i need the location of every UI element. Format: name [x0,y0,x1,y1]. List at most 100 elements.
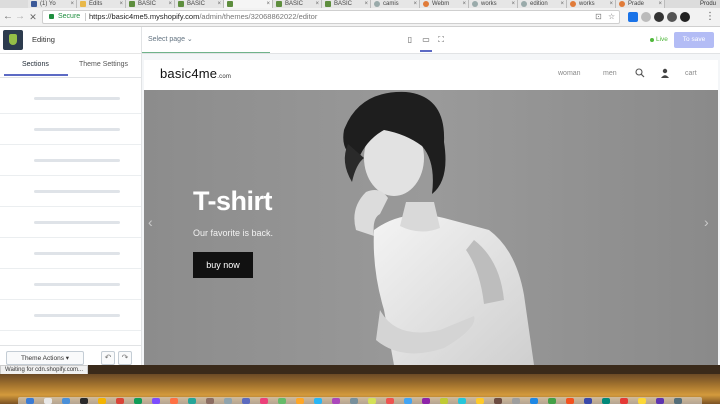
tab-close-icon[interactable]: × [119,0,123,8]
dock-app-icon[interactable] [242,398,250,404]
search-icon[interactable] [635,68,645,80]
dock-app-icon[interactable] [404,398,412,404]
browser-tab[interactable]: Webm × [420,0,469,8]
nav-link-men[interactable]: men [603,70,617,77]
tab-close-icon[interactable]: × [217,0,221,8]
tab-close-icon[interactable]: × [413,0,417,8]
fullscreen-icon[interactable]: ⛶ [436,35,446,45]
forward-icon[interactable]: → [14,11,26,23]
dock-app-icon[interactable] [674,398,682,404]
address-bar[interactable]: Secure https://basic4me5.myshopify.com/a… [42,10,620,24]
dock-app-icon[interactable] [80,398,88,404]
tab-close-icon[interactable]: × [511,0,515,8]
tab-close-icon[interactable]: × [70,0,74,8]
extension-icon[interactable] [667,12,677,22]
browser-tab[interactable]: Edits × [77,0,126,8]
slide-prev-icon[interactable]: ‹ [148,214,153,230]
buy-now-button[interactable]: buy now [193,252,253,278]
stop-icon[interactable]: ✕ [27,11,39,23]
dock-app-icon[interactable] [116,398,124,404]
slide-next-icon[interactable]: › [704,214,709,230]
tab-close-icon[interactable]: × [560,0,564,8]
extension-icon[interactable] [628,12,638,22]
profile-name[interactable]: Produ [695,0,720,8]
browser-tab[interactable]: camis × [371,0,420,8]
dock-app-icon[interactable] [188,398,196,404]
section-placeholder[interactable] [0,300,141,331]
nav-link-woman[interactable]: woman [558,70,581,77]
dock-app-icon[interactable] [350,398,358,404]
dock-app-icon[interactable] [422,398,430,404]
theme-actions-button[interactable]: Theme Actions ▾ [6,351,84,365]
extension-icon[interactable] [654,12,664,22]
dock-app-icon[interactable] [44,398,52,404]
dock-app-icon[interactable] [332,398,340,404]
user-icon[interactable] [660,68,670,80]
section-placeholder[interactable] [0,145,141,176]
nav-link-cart[interactable]: cart [685,70,697,77]
dock-app-icon[interactable] [638,398,646,404]
browser-tab[interactable]: edition × [518,0,567,8]
select-page-dropdown[interactable]: Select page ⌄ [148,35,193,43]
tab-close-icon[interactable]: × [462,0,466,8]
mobile-view-icon[interactable]: ▯ [405,35,415,45]
dock-app-icon[interactable] [62,398,70,404]
dock-app-icon[interactable] [440,398,448,404]
dock-app-icon[interactable] [26,398,34,404]
browser-tab[interactable]: BASIC × [322,0,371,8]
dock-app-icon[interactable] [458,398,466,404]
tab-close-icon[interactable]: × [266,0,270,8]
shopify-logo-icon[interactable] [3,30,23,50]
dock-app-icon[interactable] [368,398,376,404]
dock-app-icon[interactable] [494,398,502,404]
browser-tab[interactable]: BASIC × [273,0,322,8]
section-placeholder[interactable] [0,269,141,300]
dock-app-icon[interactable] [134,398,142,404]
desktop-view-icon[interactable]: ▭ [421,35,431,45]
dock-app-icon[interactable] [296,398,304,404]
bookmark-star-icon[interactable]: ☆ [608,12,615,22]
section-placeholder[interactable] [0,207,141,238]
section-placeholder[interactable] [0,176,141,207]
dock-app-icon[interactable] [314,398,322,404]
tab-sections[interactable]: Sections [22,61,49,68]
dock-app-icon[interactable] [548,398,556,404]
dock-app-icon[interactable] [620,398,628,404]
tab-close-icon[interactable]: × [658,0,662,8]
dock-app-icon[interactable] [584,398,592,404]
dock-app-icon[interactable] [530,398,538,404]
url-text[interactable]: https://basic4me5.myshopify.com/admin/th… [89,12,317,22]
dock-app-icon[interactable] [206,398,214,404]
extension-icon[interactable] [641,12,651,22]
dock-app-icon[interactable] [386,398,394,404]
dock-app-icon[interactable] [512,398,520,404]
tab-close-icon[interactable]: × [168,0,172,8]
dock-app-icon[interactable] [224,398,232,404]
dock-app-icon[interactable] [260,398,268,404]
dock-app-icon[interactable] [602,398,610,404]
store-logo[interactable]: basic4me.com [160,66,231,81]
browser-tab[interactable]: Prade × [616,0,665,8]
save-button[interactable]: To save [674,32,714,48]
tab-close-icon[interactable]: × [609,0,613,8]
browser-menu-icon[interactable]: ⋮ [704,11,716,23]
section-placeholder[interactable] [0,238,141,269]
browser-tab[interactable]: BASIC × [175,0,224,8]
dock-app-icon[interactable] [170,398,178,404]
back-icon[interactable]: ← [2,11,14,23]
undo-icon[interactable]: ↶ [101,351,115,365]
section-placeholder[interactable] [0,114,141,145]
redo-icon[interactable]: ↷ [118,351,132,365]
tab-close-icon[interactable]: × [315,0,319,8]
extension-icon[interactable] [680,12,690,22]
tab-close-icon[interactable]: × [364,0,368,8]
dock-app-icon[interactable] [476,398,484,404]
dock-app-icon[interactable] [98,398,106,404]
translate-icon[interactable]: ⊡ [595,12,602,22]
browser-tab[interactable]: BASIC × [126,0,175,8]
browser-tab[interactable]: × [224,0,273,8]
section-placeholder[interactable] [0,83,141,114]
tab-theme-settings[interactable]: Theme Settings [79,61,128,68]
dock-app-icon[interactable] [656,398,664,404]
dock-app-icon[interactable] [278,398,286,404]
